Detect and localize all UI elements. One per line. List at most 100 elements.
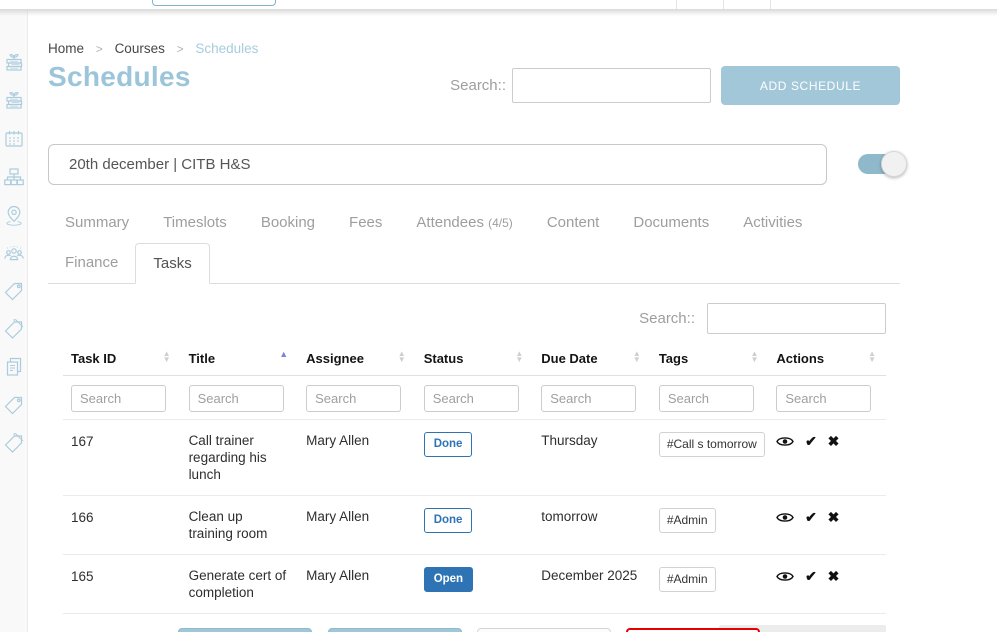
attendees-count: (4/5) xyxy=(488,216,513,230)
calendar-icon[interactable] xyxy=(2,127,26,151)
filter-tags-input[interactable] xyxy=(659,385,754,412)
view-eye-icon[interactable] xyxy=(776,570,794,583)
column-header-actions[interactable]: Actions▲▼ xyxy=(768,343,886,376)
table-row: 167 Call trainer regarding his lunch Mar… xyxy=(63,420,886,496)
header-search-input[interactable] xyxy=(512,68,711,103)
breadcrumb-courses[interactable]: Courses xyxy=(115,41,165,56)
complete-check-icon[interactable]: ✔ xyxy=(805,569,817,583)
sort-icons: ▲▼ xyxy=(633,351,641,363)
topbar-shadow xyxy=(0,9,997,16)
tab-booking[interactable]: Booking xyxy=(244,206,332,239)
breadcrumb: Home > Courses > Schedules xyxy=(48,41,997,56)
topbar-button[interactable] xyxy=(152,0,276,6)
sort-icons: ▲▼ xyxy=(868,351,876,363)
delete-x-icon[interactable]: ✖ xyxy=(828,569,840,583)
toggle-knob-icon xyxy=(881,151,907,177)
header-search-label: Search:: xyxy=(450,77,506,94)
filter-actions-input[interactable] xyxy=(776,385,871,412)
bottom-action-button-3[interactable] xyxy=(477,628,611,632)
delete-x-icon[interactable]: ✖ xyxy=(828,510,840,524)
tab-content[interactable]: Content xyxy=(530,206,617,239)
task-id-cell: 166 xyxy=(63,496,181,555)
due-date-cell: tomorrow xyxy=(533,496,651,555)
topbar xyxy=(0,0,997,9)
tab-summary[interactable]: Summary xyxy=(48,206,146,239)
task-title-cell: Call trainer regarding his lunch xyxy=(181,420,299,496)
tag-badge: #Admin xyxy=(659,567,716,592)
view-eye-icon[interactable] xyxy=(776,511,794,524)
tag-edit-icon[interactable] xyxy=(2,431,26,455)
breadcrumb-current: Schedules xyxy=(195,41,258,56)
pages-icon[interactable] xyxy=(2,355,26,379)
tag-icon[interactable] xyxy=(2,279,26,303)
complete-check-icon[interactable]: ✔ xyxy=(805,510,817,524)
tag-badge: #Call s tomorrow xyxy=(659,432,765,457)
filter-due-date-input[interactable] xyxy=(541,385,636,412)
filter-assignee-input[interactable] xyxy=(306,385,401,412)
chevron-right-icon: > xyxy=(177,42,184,56)
column-header-due-date[interactable]: Due Date▲▼ xyxy=(533,343,651,376)
topbar-divider xyxy=(723,0,724,9)
tab-attendees[interactable]: Attendees (4/5) xyxy=(399,206,529,239)
sitemap-icon[interactable] xyxy=(2,165,26,189)
task-title-cell: Clean up training room xyxy=(181,496,299,555)
tasks-table: Task ID▲▼ Title▲ Assignee▲▼ Status▲▼ Due… xyxy=(63,343,886,614)
column-header-title[interactable]: Title▲ xyxy=(181,343,299,376)
table-row: 166 Clean up training room Mary Allen Do… xyxy=(63,496,886,555)
column-header-assignee[interactable]: Assignee▲▼ xyxy=(298,343,416,376)
filter-task-id-input[interactable] xyxy=(71,385,166,412)
bottom-action-button-1[interactable] xyxy=(178,628,312,632)
topbar-divider xyxy=(770,0,771,9)
app-screen: Home > Courses > Schedules Schedules Sea… xyxy=(0,0,997,632)
schedule-toggle[interactable] xyxy=(858,154,898,174)
tasks-panel: Search:: Task ID▲▼ Title▲ Assignee▲▼ Sta… xyxy=(63,303,886,632)
sort-icons: ▲▼ xyxy=(515,351,523,363)
courses-icon[interactable] xyxy=(2,89,26,113)
tag-badge: #Admin xyxy=(659,508,716,533)
status-badge: Done xyxy=(424,432,473,457)
delete-x-icon[interactable]: ✖ xyxy=(828,434,840,448)
groups-icon[interactable] xyxy=(2,241,26,265)
assignee-cell: Mary Allen xyxy=(298,555,416,614)
table-row: 165 Generate cert of completion Mary All… xyxy=(63,555,886,614)
add-schedule-button[interactable]: ADD SCHEDULE xyxy=(721,66,900,105)
breadcrumb-home[interactable]: Home xyxy=(48,41,84,56)
view-eye-icon[interactable] xyxy=(776,435,794,448)
chevron-right-icon: > xyxy=(96,42,103,56)
task-id-cell: 167 xyxy=(63,420,181,496)
location-pin-icon[interactable] xyxy=(2,203,26,227)
filter-title-input[interactable] xyxy=(189,385,284,412)
schedule-select[interactable]: 20th december | CITB H&S xyxy=(48,144,827,185)
bottom-action-button-4[interactable] xyxy=(626,628,760,632)
table-header-row: Task ID▲▼ Title▲ Assignee▲▼ Status▲▼ Due… xyxy=(63,343,886,376)
column-header-status[interactable]: Status▲▼ xyxy=(416,343,534,376)
tab-tasks[interactable]: Tasks xyxy=(135,243,209,284)
due-date-cell: Thursday xyxy=(533,420,651,496)
sort-icons: ▲▼ xyxy=(750,351,758,363)
bottom-action-button-2[interactable] xyxy=(328,628,462,632)
status-badge: Open xyxy=(424,567,473,592)
sort-icons: ▲▼ xyxy=(398,351,406,363)
due-date-cell: December 2025 xyxy=(533,555,651,614)
tab-finance[interactable]: Finance xyxy=(48,243,135,283)
filter-status-input[interactable] xyxy=(424,385,519,412)
table-search-input[interactable] xyxy=(707,303,886,334)
tab-documents[interactable]: Documents xyxy=(616,206,726,239)
column-header-task-id[interactable]: Task ID▲▼ xyxy=(63,343,181,376)
schedule-tabs: Summary Timeslots Booking Fees Attendees… xyxy=(48,206,900,284)
task-title-cell: Generate cert of completion xyxy=(181,555,299,614)
status-badge: Done xyxy=(424,508,473,533)
complete-check-icon[interactable]: ✔ xyxy=(805,434,817,448)
column-header-tags[interactable]: Tags▲▼ xyxy=(651,343,769,376)
table-search-label: Search:: xyxy=(639,310,695,327)
tag-edit-icon[interactable] xyxy=(2,317,26,341)
tag-icon[interactable] xyxy=(2,393,26,417)
topbar-divider xyxy=(676,0,677,9)
tab-fees[interactable]: Fees xyxy=(332,206,399,239)
main-content: Home > Courses > Schedules Schedules Sea… xyxy=(28,14,997,632)
tab-activities[interactable]: Activities xyxy=(726,206,819,239)
sidebar-nav xyxy=(0,9,28,632)
courses-icon[interactable] xyxy=(2,51,26,75)
tab-timeslots[interactable]: Timeslots xyxy=(146,206,244,239)
assignee-cell: Mary Allen xyxy=(298,420,416,496)
